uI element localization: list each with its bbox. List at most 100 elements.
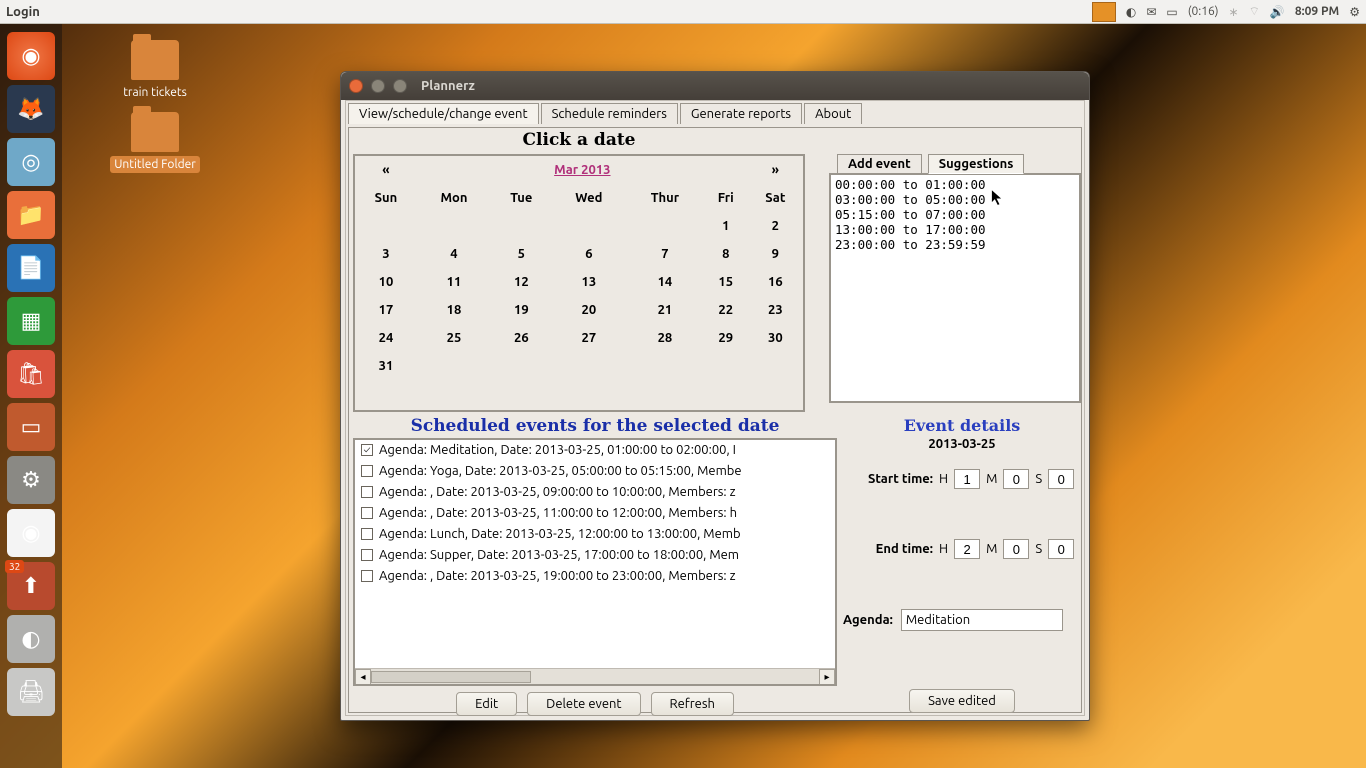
- calendar-day[interactable]: 19: [491, 296, 552, 324]
- firefox-icon[interactable]: 🦊: [7, 85, 55, 133]
- suggestion-item[interactable]: 05:15:00 to 07:00:00: [835, 207, 1075, 222]
- tab-reports[interactable]: Generate reports: [680, 103, 802, 124]
- event-row[interactable]: Agenda: Meditation, Date: 2013-03-25, 01…: [355, 440, 835, 461]
- calendar-day[interactable]: 20: [552, 296, 626, 324]
- calendar-day[interactable]: 22: [704, 296, 748, 324]
- impress-icon[interactable]: ▭: [7, 403, 55, 451]
- event-row[interactable]: Agenda: Supper, Date: 2013-03-25, 17:00:…: [355, 545, 835, 566]
- event-checkbox[interactable]: [361, 444, 373, 456]
- calendar-day[interactable]: 4: [417, 240, 491, 268]
- calendar-day[interactable]: 30: [748, 324, 803, 352]
- calendar-day[interactable]: 23: [748, 296, 803, 324]
- end-hour-input[interactable]: [954, 539, 980, 559]
- volume-icon[interactable]: 🔊: [1270, 5, 1285, 19]
- calendar-day[interactable]: 21: [626, 296, 704, 324]
- calendar-day[interactable]: 18: [417, 296, 491, 324]
- files-icon[interactable]: 📁: [7, 191, 55, 239]
- events-list[interactable]: Agenda: Meditation, Date: 2013-03-25, 01…: [353, 438, 837, 686]
- event-checkbox[interactable]: [361, 507, 373, 519]
- network-icon[interactable]: ◐: [1126, 5, 1136, 19]
- settings-icon[interactable]: ⚙: [7, 456, 55, 504]
- calendar-day[interactable]: 8: [704, 240, 748, 268]
- calendar-day[interactable]: 9: [748, 240, 803, 268]
- maximize-icon[interactable]: [393, 79, 407, 93]
- event-checkbox[interactable]: [361, 465, 373, 477]
- tab-view-schedule[interactable]: View/schedule/change event: [348, 103, 539, 124]
- calendar-day[interactable]: 11: [417, 268, 491, 296]
- battery-icon[interactable]: ▭: [1166, 5, 1177, 19]
- desktop-folder-untitled[interactable]: Untitled Folder: [100, 112, 210, 173]
- calendar-day[interactable]: 13: [552, 268, 626, 296]
- calendar-day[interactable]: 6: [552, 240, 626, 268]
- event-row[interactable]: Agenda: , Date: 2013-03-25, 11:00:00 to …: [355, 503, 835, 524]
- minimize-icon[interactable]: [371, 79, 385, 93]
- calendar-day[interactable]: 29: [704, 324, 748, 352]
- suggestion-item[interactable]: 03:00:00 to 05:00:00: [835, 192, 1075, 207]
- start-hour-input[interactable]: [954, 469, 980, 489]
- tab-reminders[interactable]: Schedule reminders: [541, 103, 678, 124]
- calendar-day[interactable]: 5: [491, 240, 552, 268]
- event-checkbox[interactable]: [361, 570, 373, 582]
- tab-about[interactable]: About: [804, 103, 862, 124]
- tab-add-event[interactable]: Add event: [837, 154, 922, 174]
- calendar-day[interactable]: 31: [355, 352, 417, 380]
- prev-month-button[interactable]: «: [355, 156, 417, 184]
- software-center-icon[interactable]: 🛍: [7, 350, 55, 398]
- chromium-icon[interactable]: ◎: [7, 138, 55, 186]
- event-checkbox[interactable]: [361, 528, 373, 540]
- start-min-input[interactable]: [1003, 469, 1029, 489]
- calendar-day[interactable]: 26: [491, 324, 552, 352]
- calendar-day[interactable]: 25: [417, 324, 491, 352]
- calc-icon[interactable]: ▦: [7, 297, 55, 345]
- end-sec-input[interactable]: [1048, 539, 1074, 559]
- edit-button[interactable]: Edit: [456, 692, 517, 716]
- suggestion-item[interactable]: 13:00:00 to 17:00:00: [835, 222, 1075, 237]
- calendar-day[interactable]: 7: [626, 240, 704, 268]
- month-link[interactable]: Mar 2013: [554, 163, 610, 177]
- bluetooth-icon[interactable]: ∗: [1229, 5, 1239, 19]
- start-sec-input[interactable]: [1048, 469, 1074, 489]
- mail-icon[interactable]: ✉: [1146, 5, 1156, 19]
- wifi-icon[interactable]: ⌔: [1249, 4, 1260, 19]
- events-hscrollbar[interactable]: ◂ ▸: [355, 668, 835, 684]
- scroll-thumb[interactable]: [371, 671, 531, 683]
- calendar-day[interactable]: 12: [491, 268, 552, 296]
- calendar-day[interactable]: 15: [704, 268, 748, 296]
- gear-icon[interactable]: ⚙: [1349, 5, 1360, 19]
- close-icon[interactable]: [349, 79, 363, 93]
- indicator-app-icon[interactable]: [1092, 2, 1116, 22]
- suggestions-list[interactable]: 00:00:00 to 01:00:0003:00:00 to 05:00:00…: [829, 173, 1081, 403]
- calendar-day[interactable]: 1: [704, 212, 748, 240]
- updates-icon[interactable]: ⬆: [7, 562, 55, 610]
- save-edited-button[interactable]: Save edited: [909, 689, 1015, 713]
- calendar-day[interactable]: 14: [626, 268, 704, 296]
- refresh-button[interactable]: Refresh: [651, 692, 734, 716]
- titlebar[interactable]: Plannerz: [341, 72, 1089, 100]
- dash-icon[interactable]: ◉: [7, 32, 55, 80]
- calendar-day[interactable]: 27: [552, 324, 626, 352]
- printer-icon[interactable]: 🖨: [7, 668, 55, 716]
- app-menu-label[interactable]: Login: [6, 5, 40, 19]
- event-checkbox[interactable]: [361, 486, 373, 498]
- chrome-icon[interactable]: ◉: [7, 509, 55, 557]
- event-row[interactable]: Agenda: , Date: 2013-03-25, 09:00:00 to …: [355, 482, 835, 503]
- next-month-button[interactable]: »: [748, 156, 803, 184]
- calendar-day[interactable]: 16: [748, 268, 803, 296]
- suggestion-item[interactable]: 23:00:00 to 23:59:59: [835, 237, 1075, 252]
- desktop-folder-train-tickets[interactable]: train tickets: [100, 40, 210, 101]
- end-min-input[interactable]: [1003, 539, 1029, 559]
- calendar-day[interactable]: 24: [355, 324, 417, 352]
- scroll-right-icon[interactable]: ▸: [819, 669, 835, 685]
- delete-event-button[interactable]: Delete event: [527, 692, 640, 716]
- event-row[interactable]: Agenda: Yoga, Date: 2013-03-25, 05:00:00…: [355, 461, 835, 482]
- calendar-day[interactable]: 17: [355, 296, 417, 324]
- scroll-left-icon[interactable]: ◂: [355, 669, 371, 685]
- calendar-day[interactable]: 2: [748, 212, 803, 240]
- agenda-input[interactable]: [901, 609, 1063, 631]
- event-checkbox[interactable]: [361, 549, 373, 561]
- suggestion-item[interactable]: 00:00:00 to 01:00:00: [835, 177, 1075, 192]
- writer-icon[interactable]: 📄: [7, 244, 55, 292]
- calendar-day[interactable]: 3: [355, 240, 417, 268]
- event-row[interactable]: Agenda: , Date: 2013-03-25, 19:00:00 to …: [355, 566, 835, 587]
- tab-suggestions[interactable]: Suggestions: [928, 154, 1025, 174]
